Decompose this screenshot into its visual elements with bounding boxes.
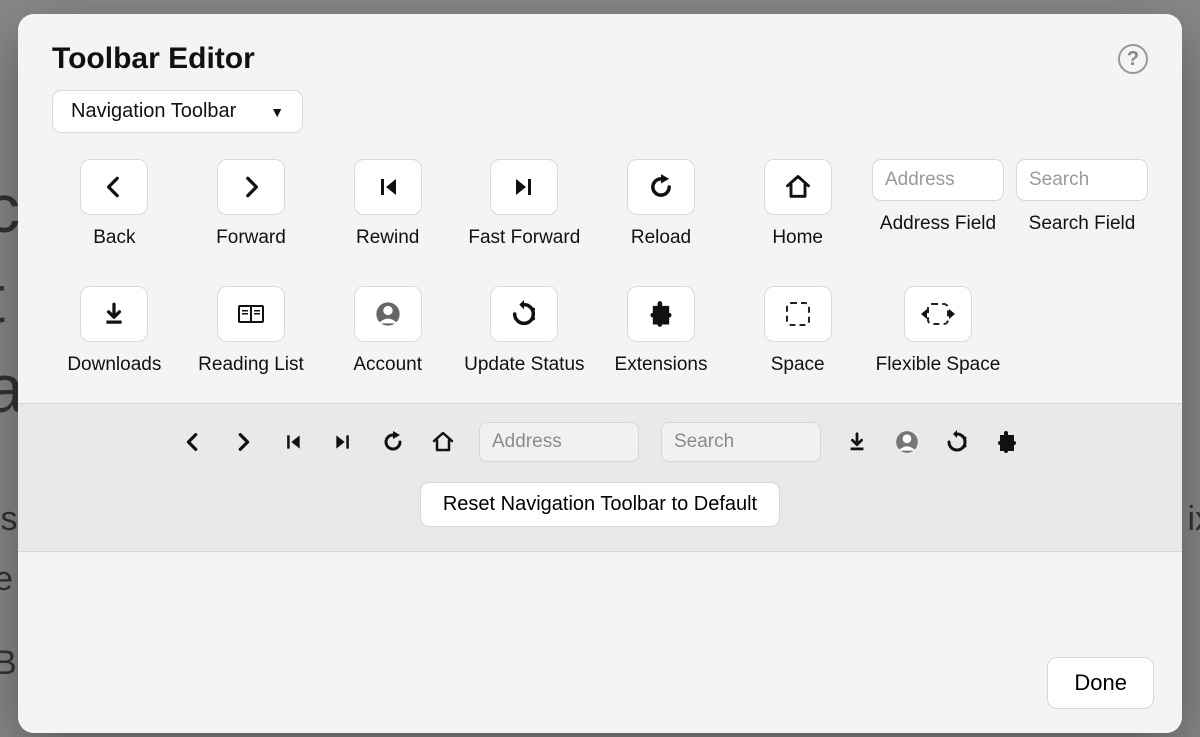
palette-item-label: Home bbox=[772, 227, 823, 250]
palette-item-update-status[interactable]: Update Status bbox=[462, 286, 587, 377]
dialog-title: Toolbar Editor bbox=[52, 42, 255, 76]
home-icon bbox=[431, 430, 455, 454]
reload-icon bbox=[381, 430, 405, 454]
update-status-icon bbox=[945, 430, 969, 454]
palette-item-label: Space bbox=[771, 354, 825, 377]
preview-update-status[interactable] bbox=[943, 428, 971, 456]
chevron-down-icon: ▼ bbox=[270, 104, 284, 120]
background-page-text: t bbox=[0, 260, 4, 338]
fast-forward-icon bbox=[512, 175, 536, 199]
toolbar-preview-row: Address Search bbox=[179, 422, 1021, 462]
palette-item-reload[interactable]: Reload bbox=[599, 159, 724, 250]
preview-account[interactable] bbox=[893, 428, 921, 456]
preview-back[interactable] bbox=[179, 428, 207, 456]
back-icon bbox=[101, 174, 127, 200]
preview-downloads[interactable] bbox=[843, 428, 871, 456]
palette-item-label: Extensions bbox=[615, 354, 708, 377]
background-page-text: 's bbox=[0, 500, 18, 539]
account-icon bbox=[894, 429, 920, 455]
palette-item-label: Fast Forward bbox=[468, 227, 580, 250]
forward-icon bbox=[238, 174, 264, 200]
address-placeholder: Address bbox=[492, 431, 562, 453]
preview-search-field[interactable]: Search bbox=[661, 422, 821, 462]
palette-item-address-field[interactable]: Address Address Field bbox=[872, 159, 1004, 250]
palette-item-downloads[interactable]: Downloads bbox=[52, 286, 177, 377]
reset-button-label: Reset Navigation Toolbar to Default bbox=[443, 493, 757, 515]
rewind-icon bbox=[376, 175, 400, 199]
background-page-text: ix bbox=[1187, 500, 1200, 539]
home-icon bbox=[784, 173, 812, 201]
account-icon bbox=[374, 300, 402, 328]
palette-item-home[interactable]: Home bbox=[735, 159, 860, 250]
update-status-icon bbox=[510, 300, 538, 328]
flexible-space-icon bbox=[921, 303, 955, 325]
toolbar-items-palette: Back Forward Rewind Fast Forward Reload bbox=[18, 133, 1182, 403]
palette-item-flexible-space[interactable]: Flexible Space bbox=[872, 286, 1004, 377]
address-placeholder: Address bbox=[885, 169, 955, 191]
palette-item-label: Forward bbox=[216, 227, 286, 250]
address-field-preview: Address bbox=[872, 159, 1004, 201]
downloads-icon bbox=[846, 431, 868, 453]
palette-item-label: Downloads bbox=[67, 354, 161, 377]
palette-item-label: Back bbox=[93, 227, 135, 250]
extensions-icon bbox=[647, 300, 675, 328]
back-icon bbox=[182, 431, 204, 453]
done-button[interactable]: Done bbox=[1047, 657, 1154, 709]
palette-item-back[interactable]: Back bbox=[52, 159, 177, 250]
background-page-text: B bbox=[0, 644, 17, 683]
palette-item-label: Flexible Space bbox=[876, 354, 1001, 377]
reading-list-icon bbox=[236, 302, 266, 326]
toolbar-select-value: Navigation Toolbar bbox=[71, 100, 236, 123]
preview-forward[interactable] bbox=[229, 428, 257, 456]
palette-item-search-field[interactable]: Search Search Field bbox=[1016, 159, 1148, 250]
toolbar-select[interactable]: Navigation Toolbar ▼ bbox=[52, 90, 303, 133]
palette-item-label: Rewind bbox=[356, 227, 419, 250]
extensions-icon bbox=[995, 430, 1019, 454]
reset-toolbar-button[interactable]: Reset Navigation Toolbar to Default bbox=[420, 482, 780, 527]
preview-extensions[interactable] bbox=[993, 428, 1021, 456]
background-page-text: c bbox=[0, 170, 19, 248]
done-button-label: Done bbox=[1074, 670, 1127, 695]
palette-item-label: Address Field bbox=[880, 213, 996, 236]
preview-address-field[interactable]: Address bbox=[479, 422, 639, 462]
search-field-preview: Search bbox=[1016, 159, 1148, 201]
toolbar-preview-strip: Address Search Reset Navigation Toolbar … bbox=[18, 403, 1182, 552]
preview-fast-forward[interactable] bbox=[329, 428, 357, 456]
palette-item-fast-forward[interactable]: Fast Forward bbox=[462, 159, 587, 250]
palette-item-label: Update Status bbox=[464, 354, 584, 377]
palette-item-label: Reading List bbox=[198, 354, 304, 377]
forward-icon bbox=[232, 431, 254, 453]
palette-item-account[interactable]: Account bbox=[325, 286, 450, 377]
search-placeholder: Search bbox=[1029, 169, 1089, 191]
fast-forward-icon bbox=[333, 432, 353, 452]
palette-item-extensions[interactable]: Extensions bbox=[599, 286, 724, 377]
palette-item-rewind[interactable]: Rewind bbox=[325, 159, 450, 250]
preview-rewind[interactable] bbox=[279, 428, 307, 456]
palette-item-label: Account bbox=[353, 354, 422, 377]
palette-item-label: Search Field bbox=[1029, 213, 1136, 236]
palette-item-reading-list[interactable]: Reading List bbox=[189, 286, 314, 377]
palette-item-space[interactable]: Space bbox=[735, 286, 860, 377]
preview-reload[interactable] bbox=[379, 428, 407, 456]
help-icon: ? bbox=[1127, 48, 1139, 71]
space-icon bbox=[786, 302, 810, 326]
preview-home[interactable] bbox=[429, 428, 457, 456]
palette-item-label: Reload bbox=[631, 227, 691, 250]
help-button[interactable]: ? bbox=[1118, 44, 1148, 74]
background-page-text: e bbox=[0, 560, 13, 599]
toolbar-editor-dialog: Toolbar Editor ? Navigation Toolbar ▼ Ba… bbox=[18, 14, 1182, 733]
search-placeholder: Search bbox=[674, 431, 734, 453]
reload-icon bbox=[647, 173, 675, 201]
downloads-icon bbox=[101, 301, 127, 327]
rewind-icon bbox=[283, 432, 303, 452]
palette-item-forward[interactable]: Forward bbox=[189, 159, 314, 250]
